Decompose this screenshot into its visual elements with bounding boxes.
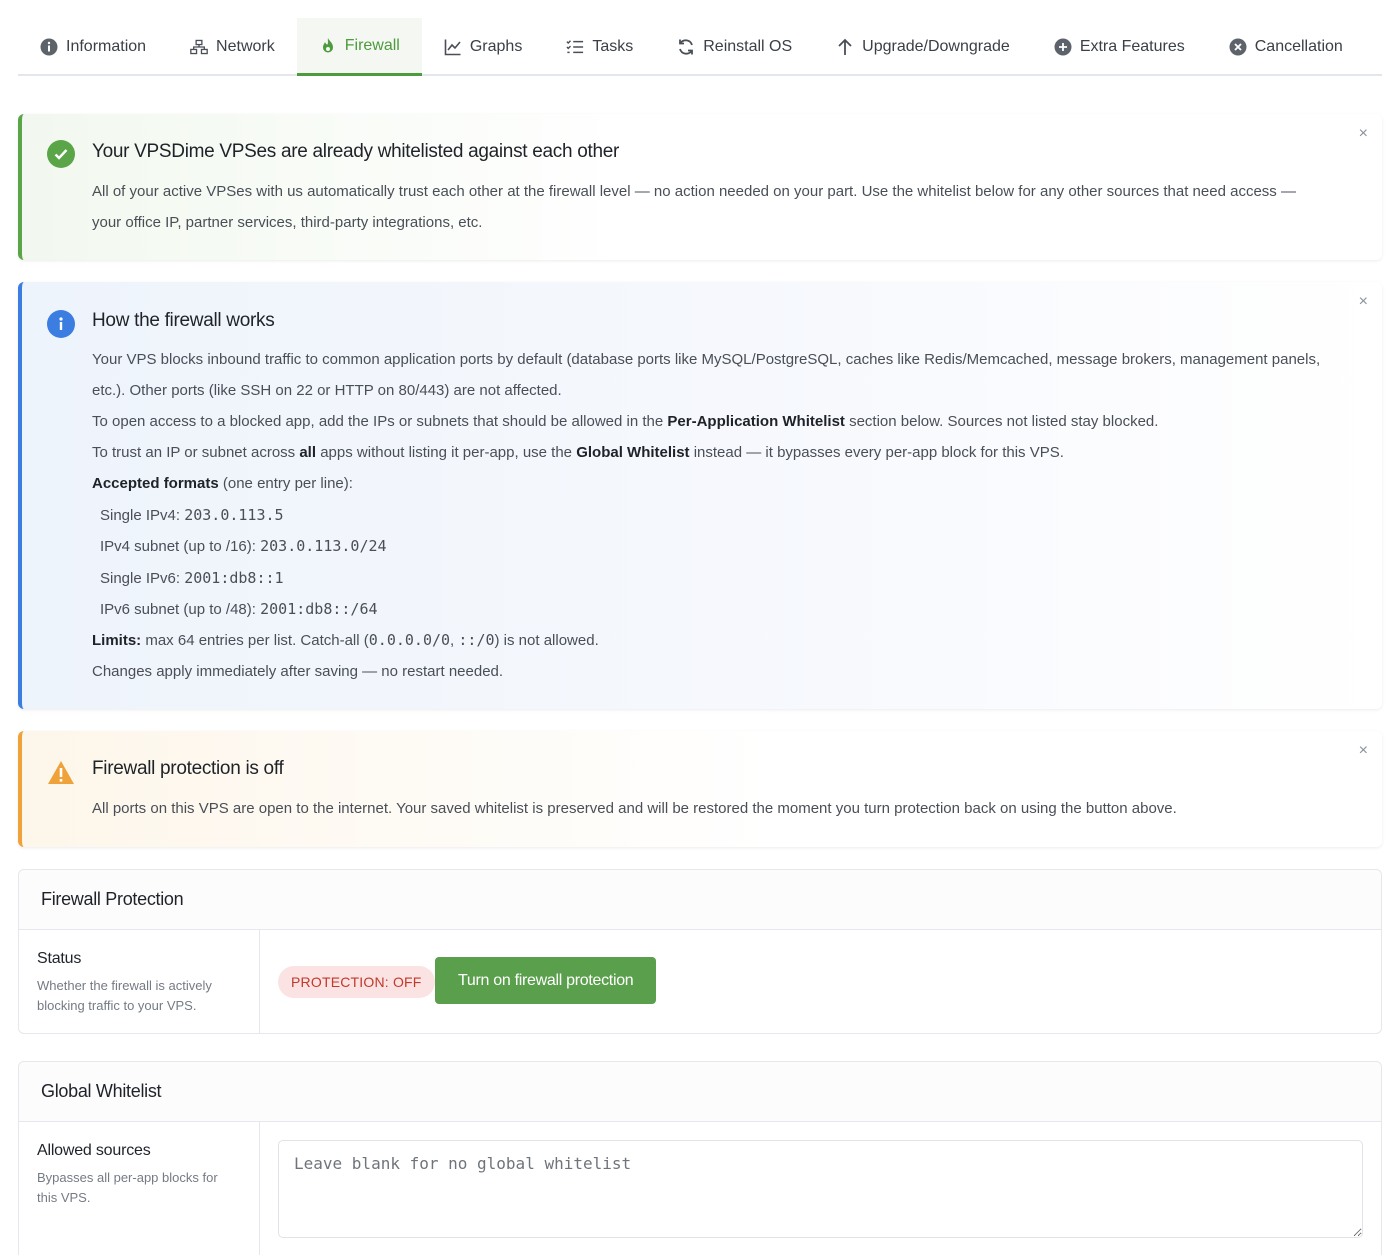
alert-text-line: etc.). Other ports (like SSH on 22 or HT… — [92, 382, 562, 399]
tab-reinstall-os[interactable]: Reinstall OS — [655, 18, 814, 75]
alert-protection-off: × Firewall protection is off All ports o… — [18, 731, 1382, 847]
allowed-sources-row: Allowed sources Bypasses all per-app blo… — [19, 1122, 1381, 1255]
alert-text-line: Changes apply immediately after saving —… — [92, 663, 504, 680]
format-item: IPv6 subnet (up to /48): 2001:db8::/64 — [100, 600, 378, 618]
tab-label: Extra Features — [1079, 37, 1185, 55]
tab-bar: Information Network Firewall Graphs Task… — [18, 18, 1382, 76]
tab-upgrade-downgrade[interactable]: Upgrade/Downgrade — [814, 18, 1032, 75]
info-circle-icon — [40, 38, 58, 56]
allowed-sources-label: Allowed sources — [37, 1142, 151, 1159]
tab-label: Graphs — [469, 37, 523, 55]
tab-extra-features[interactable]: Extra Features — [1032, 18, 1207, 75]
task-list-icon — [566, 38, 584, 56]
per-app-whitelist-ref: Per-Application Whitelist — [667, 413, 845, 430]
alert-body: Your VPS blocks inbound traffic to commo… — [92, 344, 1358, 687]
tab-information[interactable]: Information — [18, 18, 168, 75]
tab-tasks[interactable]: Tasks — [544, 18, 655, 75]
network-icon — [190, 38, 208, 56]
line-chart-icon — [444, 38, 462, 56]
alert-vps-whitelisted: × Your VPSDime VPSes are already whiteli… — [18, 114, 1382, 260]
card-title: Global Whitelist — [19, 1062, 1381, 1122]
accepted-formats-heading: Accepted formats (one entry per line): — [92, 475, 353, 492]
alert-title: How the firewall works — [92, 310, 275, 331]
allowed-sources-description: Bypasses all per-app blocks for this VPS… — [37, 1170, 218, 1205]
tab-label: Tasks — [592, 37, 634, 55]
alert-title: Firewall protection is off — [92, 758, 284, 779]
tab-label: Upgrade/Downgrade — [862, 37, 1010, 55]
close-icon[interactable]: × — [1359, 294, 1368, 310]
status-row: Status Whether the firewall is actively … — [19, 930, 1381, 1033]
close-icon[interactable]: × — [1359, 126, 1368, 142]
status-label: Status — [37, 950, 82, 967]
alert-text-line: your office IP, partner services, third-… — [92, 214, 483, 231]
check-circle-icon — [47, 140, 75, 168]
x-circle-icon — [1229, 38, 1247, 56]
allowed-sources-label-cell: Allowed sources Bypasses all per-app blo… — [19, 1122, 260, 1255]
alert-text-line: All of your active VPSes with us automat… — [92, 183, 1296, 200]
limits-line: Limits: max 64 entries per list. Catch-a… — [92, 631, 599, 649]
refresh-icon — [677, 38, 695, 56]
alert-text-line: To open access to a blocked app, add the… — [92, 413, 1159, 430]
tab-label: Information — [66, 37, 147, 55]
tab-firewall[interactable]: Firewall — [296, 18, 422, 76]
format-item: Single IPv4: 203.0.113.5 — [100, 506, 284, 524]
global-whitelist-card: Global Whitelist Allowed sources Bypasse… — [18, 1061, 1382, 1255]
tab-network[interactable]: Network — [168, 18, 297, 75]
tab-cancellation[interactable]: Cancellation — [1207, 18, 1365, 75]
global-whitelist-ref: Global Whitelist — [576, 444, 690, 461]
alert-how-firewall-works: × How the firewall works Your VPS blocks… — [18, 282, 1382, 709]
alert-body: All ports on this VPS are open to the in… — [92, 793, 1358, 824]
close-icon[interactable]: × — [1359, 743, 1368, 759]
alert-title: Your VPSDime VPSes are already whitelist… — [92, 141, 620, 162]
tab-label: Reinstall OS — [703, 37, 793, 55]
alert-text-line: To trust an IP or subnet across all apps… — [92, 444, 1064, 461]
alert-text-line: All ports on this VPS are open to the in… — [92, 800, 1177, 817]
tab-label: Cancellation — [1254, 37, 1343, 55]
fire-icon — [319, 37, 337, 55]
arrow-up-icon — [836, 38, 854, 56]
format-item: Single IPv6: 2001:db8::1 — [100, 569, 284, 587]
alert-body: All of your active VPSes with us automat… — [92, 176, 1358, 238]
firewall-protection-card: Firewall Protection Status Whether the f… — [18, 869, 1382, 1034]
info-icon — [47, 310, 75, 338]
plus-circle-icon — [1054, 38, 1072, 56]
alert-text-line: Your VPS blocks inbound traffic to commo… — [92, 351, 1321, 368]
format-item: IPv4 subnet (up to /16): 203.0.113.0/24 — [100, 537, 387, 555]
card-title: Firewall Protection — [19, 870, 1381, 930]
tab-graphs[interactable]: Graphs — [422, 18, 544, 75]
global-whitelist-textarea[interactable] — [278, 1140, 1363, 1238]
allowed-sources-input-cell — [260, 1122, 1381, 1255]
status-value-cell: PROTECTION: OFF Turn on firewall protect… — [260, 930, 1381, 1033]
turn-on-protection-button[interactable]: Turn on firewall protection — [435, 957, 657, 1004]
warning-triangle-icon — [47, 758, 75, 786]
status-badge: PROTECTION: OFF — [278, 966, 435, 998]
tab-label: Network — [216, 37, 275, 55]
tab-label: Firewall — [344, 36, 400, 54]
status-label-cell: Status Whether the firewall is actively … — [19, 930, 260, 1033]
status-description: Whether the firewall is actively blockin… — [37, 978, 212, 1013]
